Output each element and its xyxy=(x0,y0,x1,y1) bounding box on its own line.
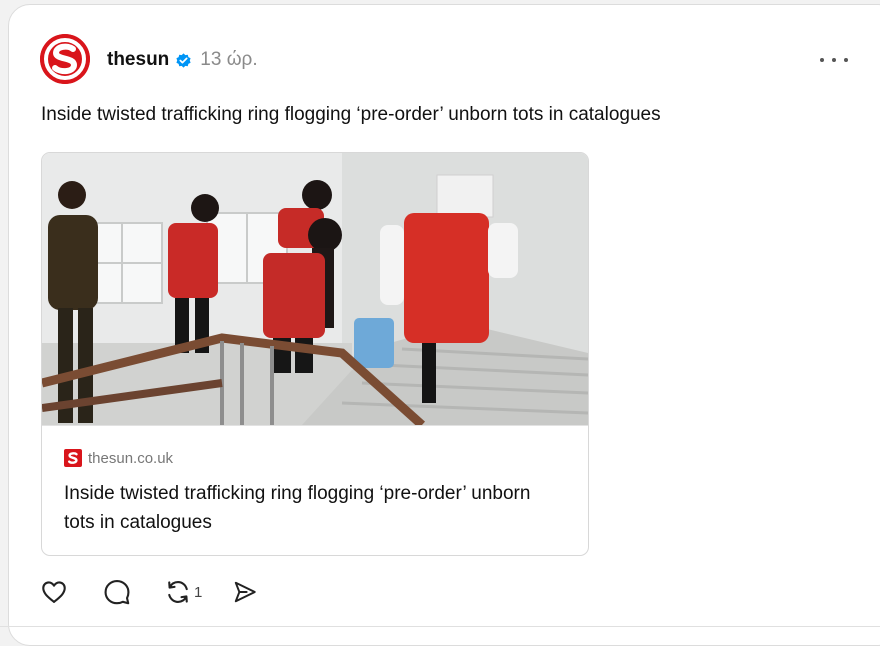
heart-icon xyxy=(42,581,66,603)
timestamp[interactable]: 13 ώρ. xyxy=(200,49,257,71)
username[interactable]: thesun xyxy=(107,49,169,71)
divider xyxy=(0,626,880,627)
thesun-logo-icon xyxy=(40,34,90,84)
post-actions: 1 xyxy=(40,577,258,607)
thesun-favicon-icon xyxy=(64,449,82,467)
post-header: thesun 13 ώρ. xyxy=(107,48,258,72)
dot xyxy=(844,58,848,62)
share-button[interactable] xyxy=(232,579,258,605)
repost-button[interactable]: 1 xyxy=(164,578,202,606)
more-options-icon[interactable] xyxy=(820,48,848,72)
link-title[interactable]: Inside twisted trafficking ring flogging… xyxy=(64,479,564,537)
avatar[interactable] xyxy=(40,34,90,84)
reply-button[interactable] xyxy=(103,578,131,606)
article-photo xyxy=(42,153,588,426)
like-button[interactable] xyxy=(40,578,68,606)
link-source: thesun.co.uk xyxy=(64,449,173,467)
repost-count: 1 xyxy=(194,583,203,601)
repost-icon xyxy=(168,581,188,603)
dot xyxy=(820,58,824,62)
post-text: Inside twisted trafficking ring flogging… xyxy=(41,104,661,125)
comment-icon xyxy=(104,579,130,605)
send-icon xyxy=(235,581,257,603)
link-domain: thesun.co.uk xyxy=(88,449,174,467)
verified-badge-icon xyxy=(175,52,192,69)
dot xyxy=(832,58,836,62)
link-preview-card[interactable]: thesun.co.uk Inside twisted trafficking … xyxy=(41,152,589,556)
